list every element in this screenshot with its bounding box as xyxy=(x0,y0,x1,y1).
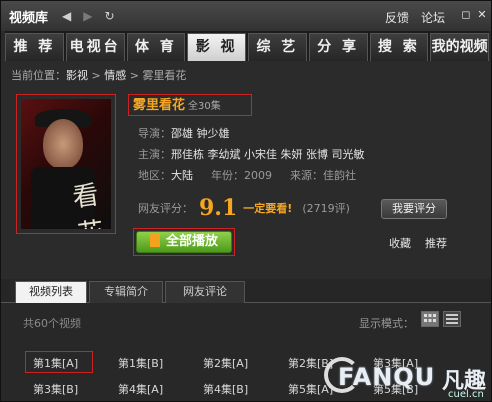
cast-value[interactable]: 邢佳栋 李幼斌 小宋佳 朱妍 张博 司光敏 xyxy=(171,148,364,161)
video-library-window: 视频库 ◀ ▶ ↻ 反馈 论坛 ◻ ✕ 推 荐 电视台 体 育 影 视 综 艺 … xyxy=(0,0,492,402)
year-value: 2009 xyxy=(244,169,272,182)
sub-tabs: 视频列表 专辑简介 网友评论 xyxy=(1,279,491,303)
episode-link[interactable]: 第1集[B] xyxy=(118,355,163,371)
tab-album-intro[interactable]: 专辑简介 xyxy=(89,281,163,303)
directors-value[interactable]: 邵雄 钟少雄 xyxy=(171,127,230,140)
forum-link[interactable]: 论坛 xyxy=(421,9,445,26)
close-icon[interactable]: ✕ xyxy=(475,8,489,22)
refresh-icon[interactable]: ↻ xyxy=(104,9,114,23)
breadcrumb: 当前位置：影视 > 情感 > 雾里看花 xyxy=(11,67,186,83)
tab-video-list[interactable]: 视频列表 xyxy=(15,281,87,303)
tab-search[interactable]: 搜 索 xyxy=(369,33,429,61)
breadcrumb-romance[interactable]: 情感 xyxy=(104,69,126,82)
region-label: 地区： xyxy=(138,169,171,182)
maximize-icon[interactable]: ◻ xyxy=(459,8,473,22)
tab-variety[interactable]: 综 艺 xyxy=(248,33,307,61)
show-title: 雾里看花 xyxy=(133,98,186,113)
video-count: 共60个视频 xyxy=(23,317,81,330)
play-all-label: 全部播放 xyxy=(165,234,218,249)
cast-label: 主演： xyxy=(138,148,171,161)
play-icon xyxy=(149,233,160,247)
forward-icon[interactable]: ▶ xyxy=(83,9,92,23)
rating-label: 网友评分： xyxy=(138,202,193,215)
grid-view-icon[interactable] xyxy=(421,311,439,327)
breadcrumb-current: 雾里看花 xyxy=(142,69,187,82)
poster-calligraphy: 看花 xyxy=(70,180,106,229)
title-bar: 视频库 ◀ ▶ ↻ 反馈 论坛 ◻ ✕ xyxy=(1,1,491,31)
display-mode-label: 显示模式： xyxy=(359,317,414,330)
rating-note: 一定要看! xyxy=(243,202,293,215)
tab-movies-tv[interactable]: 影 视 xyxy=(187,33,246,61)
year-label: 年份： xyxy=(211,169,244,182)
meta-line: 地区：大陆 年份：2009 来源：佳韵社 xyxy=(138,167,356,183)
main-nav: 推 荐 电视台 体 育 影 视 综 艺 分 享 搜 索 我的视频 xyxy=(5,31,489,61)
episode-total: 全30集 xyxy=(188,101,221,112)
episode-link[interactable]: 第2集[A] xyxy=(203,355,248,371)
source-value: 佳韵社 xyxy=(323,169,356,182)
rating-score: 9.1 xyxy=(199,195,238,221)
rate-button[interactable]: 我要评分 xyxy=(381,199,447,219)
episode-link[interactable]: 第4集[B] xyxy=(203,381,248,397)
back-icon[interactable]: ◀ xyxy=(62,9,71,23)
tab-share[interactable]: 分 享 xyxy=(308,33,368,61)
favorite-link[interactable]: 收藏 xyxy=(389,235,411,251)
rating-count: (2719评) xyxy=(302,202,350,215)
directors-label: 导演： xyxy=(138,127,171,140)
breadcrumb-separator: > xyxy=(126,69,143,82)
tab-recommend[interactable]: 推 荐 xyxy=(5,33,64,61)
tab-tv-station[interactable]: 电视台 xyxy=(65,33,125,61)
region-value: 大陆 xyxy=(171,169,193,182)
cast-line: 主演：邢佳栋 李幼斌 小宋佳 朱妍 张博 司光敏 xyxy=(138,146,364,162)
tab-my-videos[interactable]: 我的视频 xyxy=(430,33,489,61)
episode-link[interactable]: 第4集[A] xyxy=(118,381,163,397)
directors-line: 导演：邵雄 钟少雄 xyxy=(138,125,230,141)
episode-link[interactable]: 第3集[B] xyxy=(33,381,78,397)
watermark-logo: FANQU 凡趣 cuel.cn xyxy=(324,353,491,401)
play-all-frame: 全部播放 xyxy=(133,228,235,256)
tab-sports[interactable]: 体 育 xyxy=(126,33,186,61)
recommend-link[interactable]: 推荐 xyxy=(425,235,447,251)
watermark-word: FANQU xyxy=(338,363,436,391)
watermark-url: cuel.cn xyxy=(448,389,484,400)
app-title: 视频库 xyxy=(9,10,49,26)
poster-image[interactable]: 看花 xyxy=(21,99,111,229)
poster-frame[interactable]: 看花 xyxy=(16,94,116,234)
tab-user-reviews[interactable]: 网友评论 xyxy=(165,281,245,303)
episode-link[interactable]: 第1集[A] xyxy=(33,355,78,371)
list-view-icon[interactable] xyxy=(443,311,461,327)
breadcrumb-movies[interactable]: 影视 xyxy=(66,69,88,82)
feedback-link[interactable]: 反馈 xyxy=(385,9,409,26)
title-box: 雾里看花 全30集 xyxy=(128,94,252,116)
source-label: 来源： xyxy=(290,169,323,182)
breadcrumb-prefix: 当前位置： xyxy=(11,69,66,82)
rating-line: 网友评分： 9.1 一定要看! (2719评) xyxy=(138,195,350,221)
play-all-button[interactable]: 全部播放 xyxy=(136,231,232,253)
poster-face-shape xyxy=(43,119,83,169)
breadcrumb-separator: > xyxy=(88,69,105,82)
